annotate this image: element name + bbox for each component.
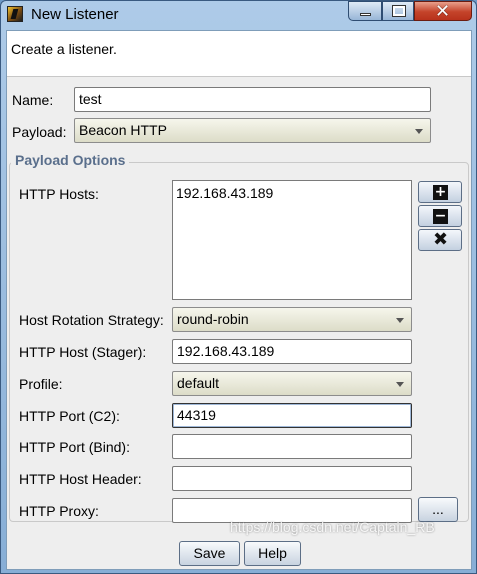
title-bar[interactable]: New Listener ✕ bbox=[1, 1, 476, 29]
http-hosts-list[interactable]: 192.168.43.189 bbox=[172, 180, 412, 300]
http-host-header-input[interactable] bbox=[172, 466, 412, 491]
minimize-icon bbox=[360, 13, 371, 16]
host-rotation-value: round-robin bbox=[177, 311, 249, 327]
http-proxy-label: HTTP Proxy: bbox=[19, 503, 99, 519]
http-port-bind-input[interactable] bbox=[172, 434, 412, 459]
payload-label: Payload: bbox=[12, 124, 67, 140]
dialog-content: Create a listener. Name: test Payload: B… bbox=[6, 30, 472, 570]
profile-value: default bbox=[177, 375, 220, 391]
payload-select-value: Beacon HTTP bbox=[79, 122, 167, 138]
chevron-down-icon bbox=[410, 121, 428, 140]
clear-hosts-button[interactable]: ✖ bbox=[418, 229, 462, 251]
window-title: New Listener bbox=[31, 6, 119, 23]
plus-icon: + bbox=[433, 184, 448, 200]
http-proxy-input[interactable] bbox=[172, 498, 412, 523]
help-button[interactable]: Help bbox=[244, 541, 301, 566]
minus-icon: − bbox=[433, 208, 448, 224]
description-banner: Create a listener. bbox=[7, 31, 471, 77]
chevron-down-icon bbox=[391, 374, 409, 393]
dialog-window: New Listener ✕ Create a listener. Name: … bbox=[0, 0, 477, 574]
remove-host-button[interactable]: − bbox=[418, 205, 462, 227]
http-hosts-label: HTTP Hosts: bbox=[19, 186, 99, 202]
save-button[interactable]: Save bbox=[179, 541, 240, 566]
name-label: Name: bbox=[12, 92, 54, 108]
profile-label: Profile: bbox=[19, 376, 63, 392]
http-host-header-label: HTTP Host Header: bbox=[19, 471, 142, 487]
http-host-entry[interactable]: 192.168.43.189 bbox=[176, 185, 408, 201]
description-text: Create a listener. bbox=[11, 41, 117, 57]
name-input[interactable]: test bbox=[74, 87, 431, 112]
http-host-stager-input[interactable]: 192.168.43.189 bbox=[172, 339, 412, 364]
maximize-icon bbox=[392, 5, 406, 17]
http-host-stager-label: HTTP Host (Stager): bbox=[19, 344, 147, 360]
maximize-button[interactable] bbox=[382, 1, 414, 21]
close-icon: ✕ bbox=[435, 1, 451, 22]
host-rotation-select[interactable]: round-robin bbox=[172, 307, 412, 332]
payload-select[interactable]: Beacon HTTP bbox=[74, 118, 431, 143]
profile-select[interactable]: default bbox=[172, 371, 412, 396]
app-icon bbox=[7, 6, 23, 22]
x-icon: ✖ bbox=[433, 229, 449, 250]
close-button[interactable]: ✕ bbox=[414, 1, 472, 22]
payload-options-title: Payload Options bbox=[11, 152, 130, 168]
http-proxy-browse-button[interactable]: ... bbox=[418, 497, 458, 522]
host-rotation-label: Host Rotation Strategy: bbox=[19, 312, 164, 328]
http-port-bind-label: HTTP Port (Bind): bbox=[19, 439, 130, 455]
http-port-c2-label: HTTP Port (C2): bbox=[19, 408, 120, 424]
chevron-down-icon bbox=[391, 310, 409, 329]
minimize-button[interactable] bbox=[348, 1, 382, 21]
add-host-button[interactable]: + bbox=[418, 181, 462, 203]
http-port-c2-input[interactable]: 44319 bbox=[172, 403, 412, 428]
